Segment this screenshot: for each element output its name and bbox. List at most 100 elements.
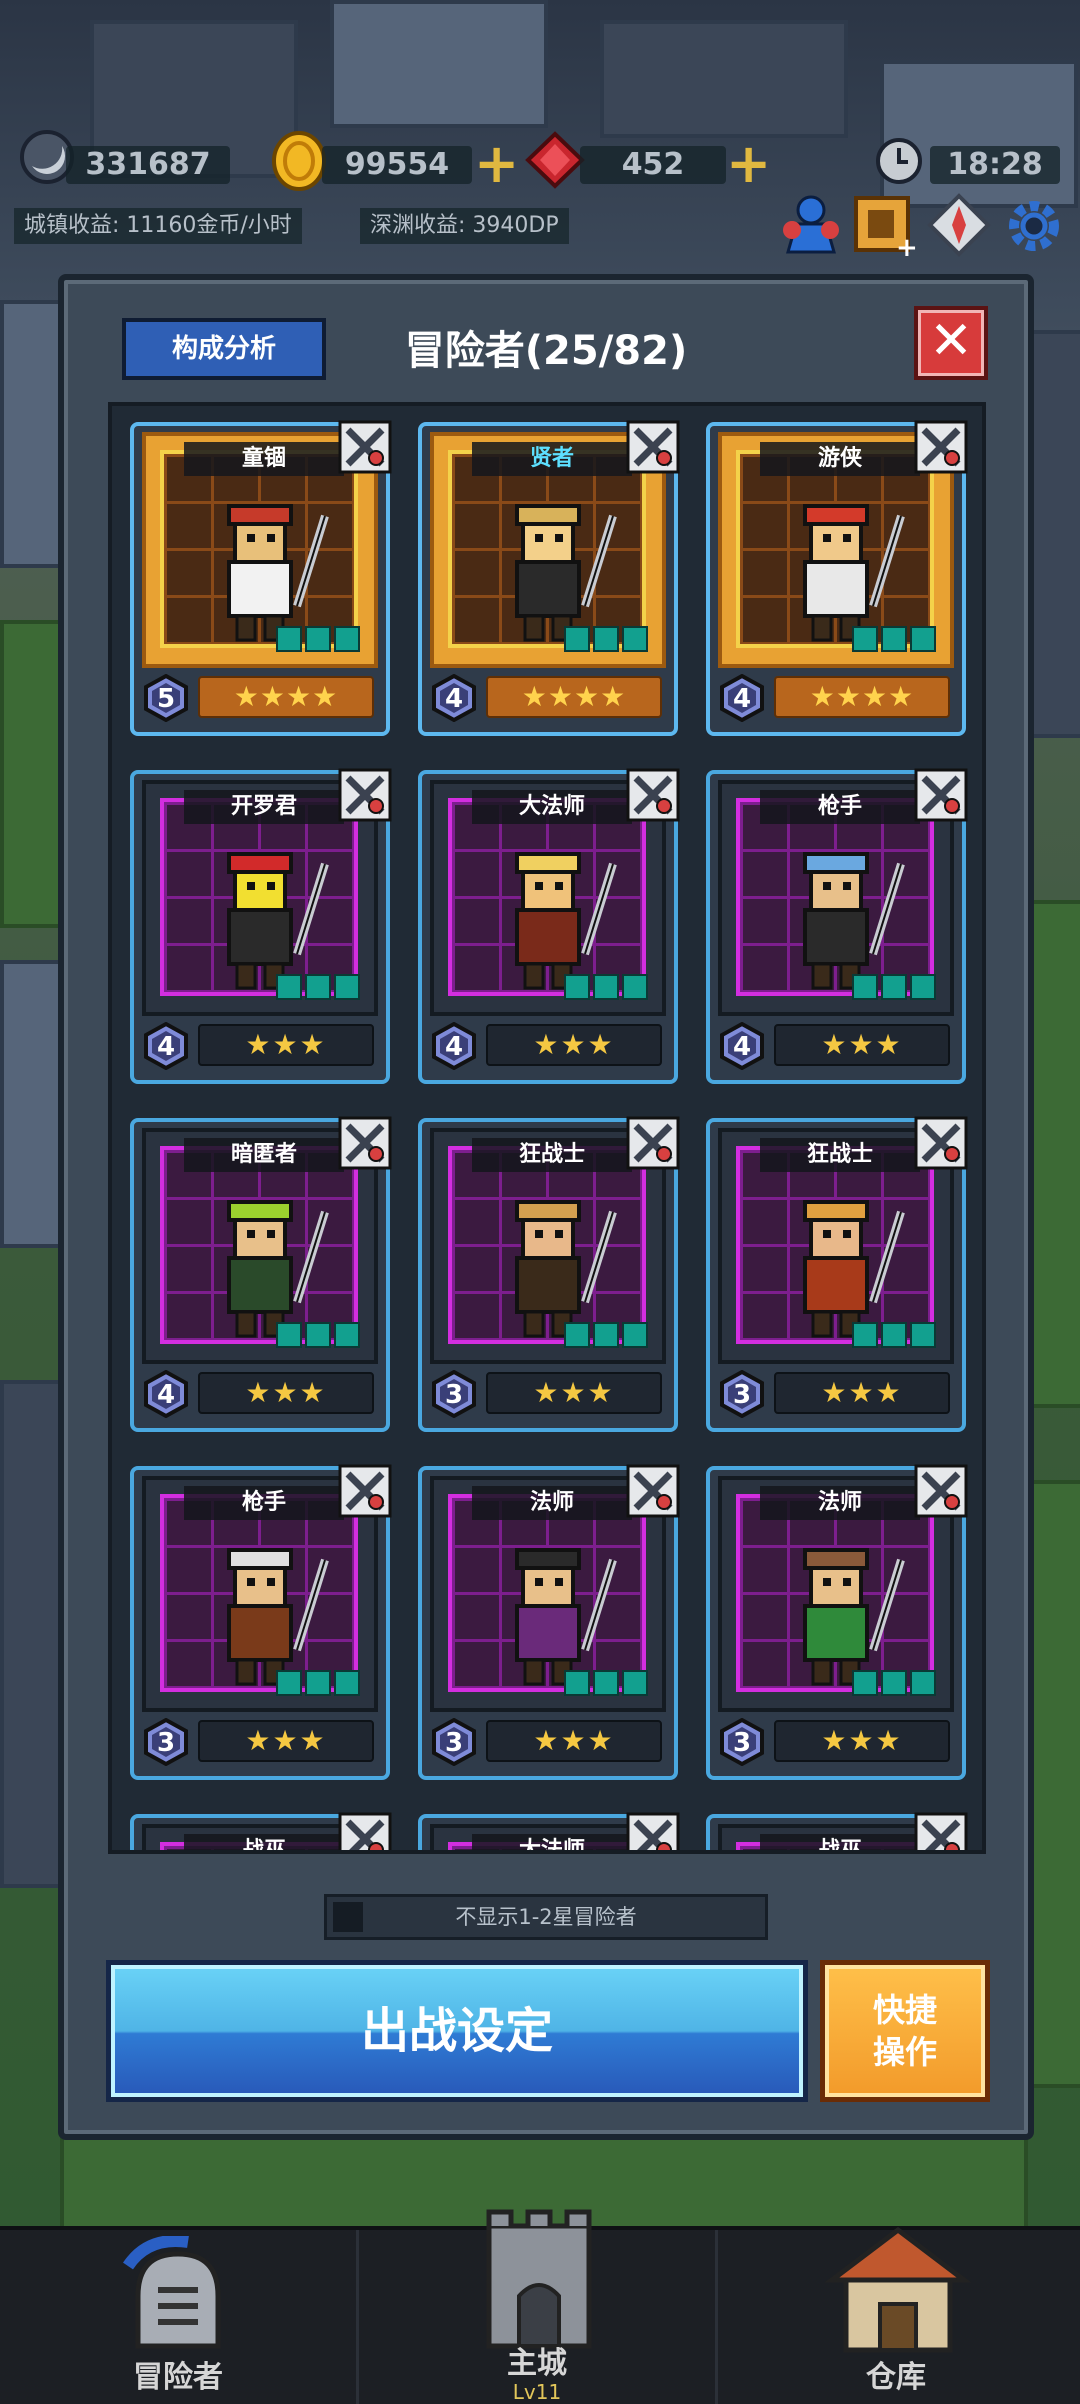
level-number: 4: [445, 684, 463, 714]
weapon-slot-icon: [852, 1670, 878, 1696]
deploy-settings-button[interactable]: 出战设定: [106, 1960, 808, 2102]
boots-slot-icon: [910, 1670, 936, 1696]
equipment-slots: [276, 626, 360, 652]
adventurer-card[interactable]: 法师 3 ★★★: [418, 1464, 680, 1780]
adventurer-card[interactable]: 法师 3 ★★★: [706, 1464, 968, 1780]
nav-warehouse[interactable]: 仓库: [718, 2226, 1074, 2404]
star-rating: ★★★: [198, 1372, 374, 1414]
star-rating: ★★★★: [198, 676, 374, 718]
nav-main-city[interactable]: 主城 Lv11: [359, 2209, 718, 2404]
compass-icon[interactable]: [926, 192, 992, 262]
armor-slot-icon: [593, 626, 619, 652]
level-badge-icon: 3: [432, 1370, 476, 1418]
star-rating: ★★★: [486, 1720, 662, 1762]
crossed-swords-icon[interactable]: [914, 1116, 968, 1170]
adventurer-card[interactable]: 狂战士 3 ★★★: [706, 1116, 968, 1432]
crossed-swords-icon[interactable]: [626, 420, 680, 474]
quick-label-line1: 快捷: [872, 1991, 937, 2029]
adventurer-card[interactable]: 贤者 4 ★★★★: [418, 420, 680, 736]
level-badge-icon: 4: [720, 1022, 764, 1070]
knight-helmet-icon: [123, 2236, 221, 2349]
adventurer-name: 法师: [472, 1486, 632, 1520]
armor-slot-icon: [305, 974, 331, 1000]
adventurer-card[interactable]: 游侠 4 ★★★★: [706, 420, 968, 736]
adventurer-name: 开罗君: [184, 790, 344, 824]
level-badge-icon: 3: [432, 1718, 476, 1766]
adventurer-name: 枪手: [760, 790, 920, 824]
weapon-slot-icon: [276, 626, 302, 652]
crossed-swords-icon[interactable]: [338, 420, 392, 474]
crossed-swords-icon[interactable]: [338, 768, 392, 822]
equipment-slots: [852, 974, 936, 1000]
adventurer-name: 贤者: [472, 442, 632, 476]
weapon-slot-icon: [852, 974, 878, 1000]
adventurer-card[interactable]: 狂战士 3 ★★★: [418, 1116, 680, 1432]
clock-time: 18:28: [930, 146, 1060, 184]
weapon-slot-icon: [276, 1670, 302, 1696]
equipment-slots: [852, 626, 936, 652]
crossed-swords-icon[interactable]: [914, 768, 968, 822]
crossed-swords-icon[interactable]: [338, 1464, 392, 1518]
town-income: 城镇收益: 11160金币/小时: [14, 208, 302, 244]
crossed-swords-icon[interactable]: [626, 1464, 680, 1518]
adventurer-card[interactable]: 枪手 4 ★★★: [706, 768, 968, 1084]
star-rating: ★★★: [486, 1024, 662, 1066]
weapon-slot-icon: [564, 1670, 590, 1696]
nav-adventurer[interactable]: 冒险者: [0, 2230, 359, 2404]
adventurer-card[interactable]: 暗匿者 4 ★★★: [130, 1116, 392, 1432]
boots-slot-icon: [334, 1322, 360, 1348]
equipment-slots: [564, 626, 648, 652]
adventurer-grid[interactable]: 童锢 5 ★★★★ 贤者 4 ★★★★ 游侠 4 ★★★★ 开罗君 4 ★★★ 大法师 4 ★★★ 枪手 4 ★★…: [108, 402, 986, 1854]
crew-icon[interactable]: [776, 190, 846, 264]
adventurer-name: 战巫: [184, 1834, 344, 1850]
adventurer-card[interactable]: 战巫: [130, 1812, 392, 1854]
crossed-swords-icon[interactable]: [626, 1116, 680, 1170]
filter-checkbox[interactable]: [333, 1902, 363, 1932]
adventurer-card[interactable]: 枪手 3 ★★★: [130, 1464, 392, 1780]
adventurer-panel: 构成分析 冒险者(25/82) ✕ 童锢 5 ★★★★ 贤者 4 ★★★★ 游侠 4 ★★★★ 开…: [58, 274, 1034, 2140]
equipment-slots: [852, 1322, 936, 1348]
nav-adventurer-label: 冒险者: [133, 2360, 223, 2395]
crossed-swords-icon[interactable]: [338, 1116, 392, 1170]
moon-resource-value: 331687: [66, 146, 230, 184]
adventurer-card[interactable]: 大法师: [418, 1812, 680, 1854]
level-badge-icon: 4: [144, 1370, 188, 1418]
weapon-slot-icon: [564, 1322, 590, 1348]
add-coin-icon[interactable]: +: [474, 137, 519, 191]
star-filter-toggle[interactable]: 不显示1-2星冒险者: [324, 1894, 768, 1940]
panel-title: 冒险者(25/82): [404, 328, 688, 374]
crossed-swords-icon[interactable]: [338, 1812, 392, 1854]
crossed-swords-icon[interactable]: [626, 1812, 680, 1854]
adventurer-card[interactable]: 战巫: [706, 1812, 968, 1854]
nav-main-city-label: 主城: [507, 2346, 567, 2381]
crossed-swords-icon[interactable]: [626, 768, 680, 822]
adventurer-card[interactable]: 大法师 4 ★★★: [418, 768, 680, 1084]
clock-icon: [874, 136, 924, 190]
new-building-icon[interactable]: +: [848, 188, 918, 264]
boots-slot-icon: [910, 1322, 936, 1348]
star-rating: ★★★: [774, 1024, 950, 1066]
crossed-swords-icon[interactable]: [914, 1812, 968, 1854]
main-city-level: Lv11: [512, 2380, 562, 2404]
armor-slot-icon: [593, 974, 619, 1000]
adventurer-name: 枪手: [184, 1486, 344, 1520]
settings-gear-icon[interactable]: [1002, 194, 1066, 262]
adventurer-card[interactable]: 童锢 5 ★★★★: [130, 420, 392, 736]
add-gem-icon[interactable]: +: [726, 137, 771, 191]
equipment-slots: [564, 1670, 648, 1696]
crossed-swords-icon[interactable]: [914, 1464, 968, 1518]
boots-slot-icon: [910, 626, 936, 652]
quick-action-button[interactable]: 快捷 操作: [820, 1960, 990, 2102]
adventurer-card[interactable]: 开罗君 4 ★★★: [130, 768, 392, 1084]
boots-slot-icon: [622, 626, 648, 652]
close-button[interactable]: ✕: [914, 306, 988, 380]
weapon-slot-icon: [852, 1322, 878, 1348]
boots-slot-icon: [622, 1670, 648, 1696]
crossed-swords-icon[interactable]: [914, 420, 968, 474]
star-rating: ★★★: [774, 1372, 950, 1414]
star-rating: ★★★: [774, 1720, 950, 1762]
armor-slot-icon: [881, 974, 907, 1000]
adventurer-name: 童锢: [184, 442, 344, 476]
armor-slot-icon: [305, 1322, 331, 1348]
boots-slot-icon: [334, 626, 360, 652]
